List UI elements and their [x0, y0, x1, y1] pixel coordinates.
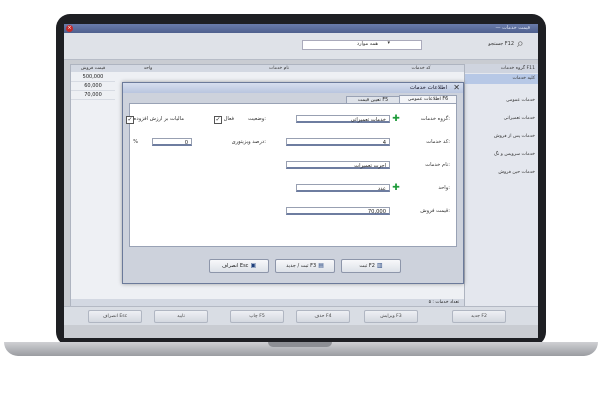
service-info-dialog: ✕ اطلاعات خدمات اطلاعات عمومی F6 تعیین ق… — [122, 82, 464, 284]
save-icon: ▥ — [376, 262, 383, 269]
cell-price: 60,000 — [71, 82, 115, 91]
chevron-down-icon[interactable]: ▾ — [387, 40, 390, 46]
name-label: نام خدمات: — [425, 162, 450, 168]
dialog-cancel-button[interactable]: انصراف Esc ▣ — [209, 259, 269, 273]
cell-price: 70,000 — [71, 91, 115, 100]
service-groups-panel: گروه خدمات F11 کلیه خدمات خدمات عمومی خد… — [464, 64, 538, 306]
discount-label: درصد ویزیتوری: — [231, 139, 266, 145]
print-button[interactable]: چاپ F5 — [230, 310, 284, 323]
search-icon[interactable]: ⌕ — [517, 37, 530, 50]
code-field[interactable]: 4 — [286, 138, 390, 146]
discount-field[interactable]: 0 — [152, 138, 192, 146]
percent-label: % — [133, 139, 138, 145]
group-item[interactable]: کلیه خدمات — [513, 76, 535, 81]
title-bar: × — قیمت خدمات — [64, 24, 538, 33]
grid-header: قیمت فروش واحد نام خدمات کد خدمات — [71, 65, 465, 72]
record-count: تعداد خدمات : ۵ — [428, 300, 459, 305]
cell-price: 500,000 — [71, 73, 115, 82]
dialog-form: گروه خدمات: ✚ خدمات تعمیراتی وضعیت: فعال… — [126, 103, 457, 247]
group-item[interactable]: خدمات حین فروش — [498, 170, 535, 175]
cancel-button-label: انصراف Esc — [221, 263, 249, 269]
unit-label: واحد: — [438, 185, 450, 191]
close-icon[interactable]: ✕ — [453, 83, 460, 93]
toolbar: ⌕ جستجو F12 همه موارد ▾ — [64, 33, 538, 60]
vat-checkbox[interactable]: ✓ — [126, 116, 134, 124]
save-button[interactable]: ثبت F2 ▥ — [341, 259, 401, 273]
group-item[interactable]: خدمات عمومی — [506, 98, 535, 103]
cancel-button[interactable]: انصراف Esc — [88, 310, 142, 323]
status-label: وضعیت: — [248, 116, 266, 122]
active-label: فعال — [223, 116, 234, 122]
add-unit-icon[interactable]: ✚ — [392, 184, 400, 193]
laptop-notch — [268, 342, 332, 347]
col-header-code[interactable]: کد خدمات — [377, 65, 465, 72]
dialog-title: اطلاعات خدمات — [409, 85, 447, 91]
col-header-name[interactable]: نام خدمات — [181, 65, 378, 72]
active-checkbox[interactable]: ✓ — [214, 116, 222, 124]
groups-header: گروه خدمات F11 — [465, 64, 538, 73]
save-new-button-label: ثبت / جدید F3 — [286, 263, 317, 269]
search-label: جستجو F12 — [488, 41, 514, 47]
price-field[interactable]: 70,000 — [286, 207, 390, 215]
group-item[interactable]: خدمات پس از فروش — [494, 134, 535, 139]
group-item[interactable]: خدمات تعمیراتی — [504, 116, 535, 121]
name-field[interactable]: اجرت تعمیرات — [286, 161, 390, 169]
delete-button[interactable]: حذف F4 — [296, 310, 350, 323]
group-label: گروه خدمات: — [420, 116, 450, 122]
app-window: × — قیمت خدمات ⌕ جستجو F12 همه موارد ▾ ق… — [64, 24, 538, 338]
confirm-button[interactable]: تایید — [154, 310, 208, 323]
app-title: — قیمت خدمات — [495, 25, 530, 31]
filter-select[interactable]: همه موارد — [357, 41, 378, 47]
group-item[interactable]: خدمات سرویس و نگ — [494, 152, 535, 157]
price-label: قیمت فروش: — [420, 208, 450, 214]
col-header-unit[interactable]: واحد — [115, 65, 182, 72]
close-app-icon[interactable]: × — [66, 25, 73, 32]
code-label: کد خدمات: — [426, 139, 450, 145]
dialog-button-bar: انصراف Esc ▣ ثبت / جدید F3 ▤ ثبت F2 ▥ — [129, 253, 455, 277]
dialog-title-bar: ✕ اطلاعات خدمات — [123, 83, 463, 93]
unit-field[interactable]: عدد — [296, 184, 390, 192]
vat-label: مالیات بر ارزش افزوده — [133, 116, 184, 122]
save-new-icon: ▤ — [318, 262, 324, 269]
save-new-button[interactable]: ثبت / جدید F3 ▤ — [275, 259, 335, 273]
save-button-label: ثبت F2 — [359, 263, 375, 269]
add-group-icon[interactable]: ✚ — [392, 115, 400, 124]
groups-header-label: گروه خدمات F11 — [500, 66, 535, 71]
group-field[interactable]: خدمات تعمیراتی — [296, 115, 390, 123]
col-header-price[interactable]: قیمت فروش — [71, 65, 116, 72]
edit-button[interactable]: ویرایش F3 — [364, 310, 418, 323]
new-button[interactable]: جدید F2 — [452, 310, 506, 323]
exit-icon: ▣ — [250, 262, 257, 269]
bottom-toolbar: انصراف Esc تایید چاپ F5 حذف F4 ویرایش F3… — [64, 306, 538, 325]
